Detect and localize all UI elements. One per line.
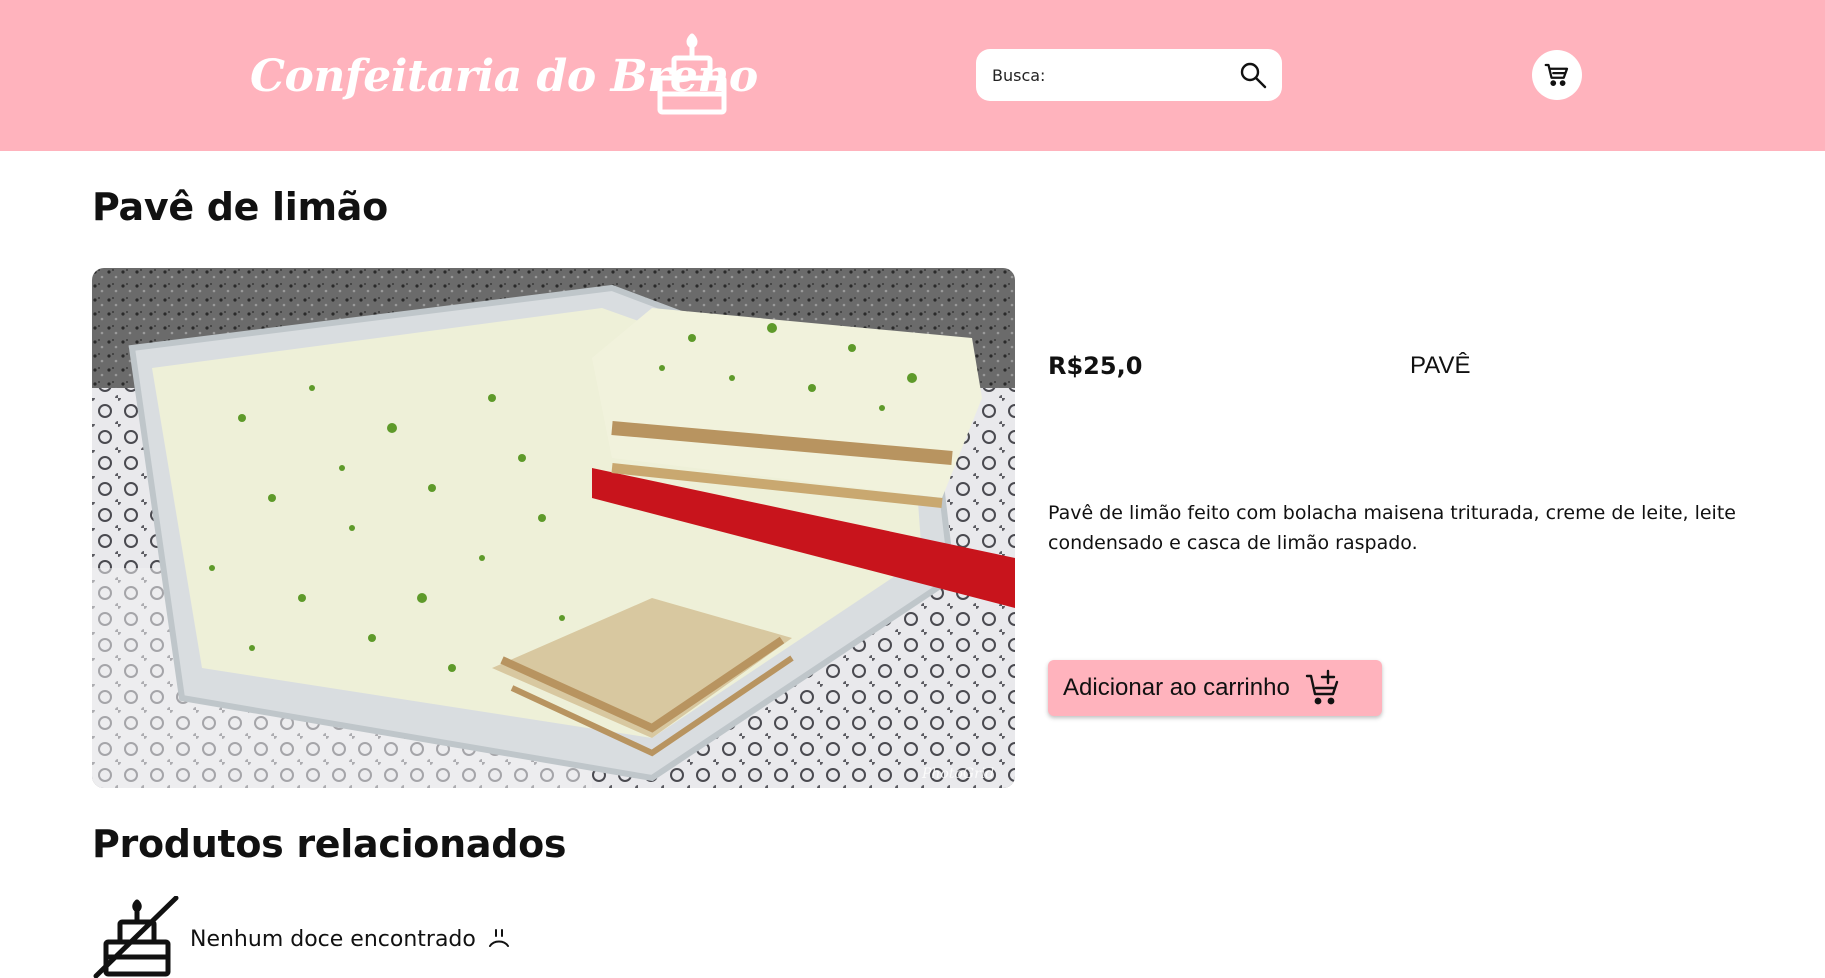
- product-price: R$25,0: [1048, 352, 1143, 380]
- sad-face-icon: [488, 929, 509, 947]
- add-to-cart-button[interactable]: Adicionar ao carrinho: [1048, 660, 1382, 716]
- product-image: PhotoGrid: [92, 268, 1015, 788]
- cake-icon: [657, 33, 727, 115]
- no-cake-icon: [93, 896, 179, 978]
- site-header: Confeitaria do Breno: [0, 0, 1825, 151]
- cart-plus-icon: [1305, 669, 1338, 705]
- product-title: Pavê de limão: [92, 185, 388, 229]
- product-photo: PhotoGrid: [92, 268, 1015, 788]
- search-icon[interactable]: [1238, 60, 1268, 90]
- product-description: Pavê de limão feito com bolacha maisena …: [1048, 502, 1736, 554]
- add-to-cart-label: Adicionar ao carrinho: [1063, 674, 1290, 701]
- search-input[interactable]: [992, 65, 1238, 85]
- product-category: PAVÊ: [1410, 352, 1471, 379]
- photo-watermark: PhotoGrid: [921, 766, 994, 782]
- related-products-title: Produtos relacionados: [92, 822, 567, 866]
- empty-message: Nenhum doce encontrado: [190, 926, 476, 952]
- cart-icon: [1544, 63, 1569, 87]
- brand[interactable]: Confeitaria do Breno: [250, 33, 758, 115]
- cart-button[interactable]: [1532, 50, 1582, 100]
- related-empty-state: Nenhum doce encontrado: [92, 896, 514, 978]
- search-bar[interactable]: [976, 49, 1282, 101]
